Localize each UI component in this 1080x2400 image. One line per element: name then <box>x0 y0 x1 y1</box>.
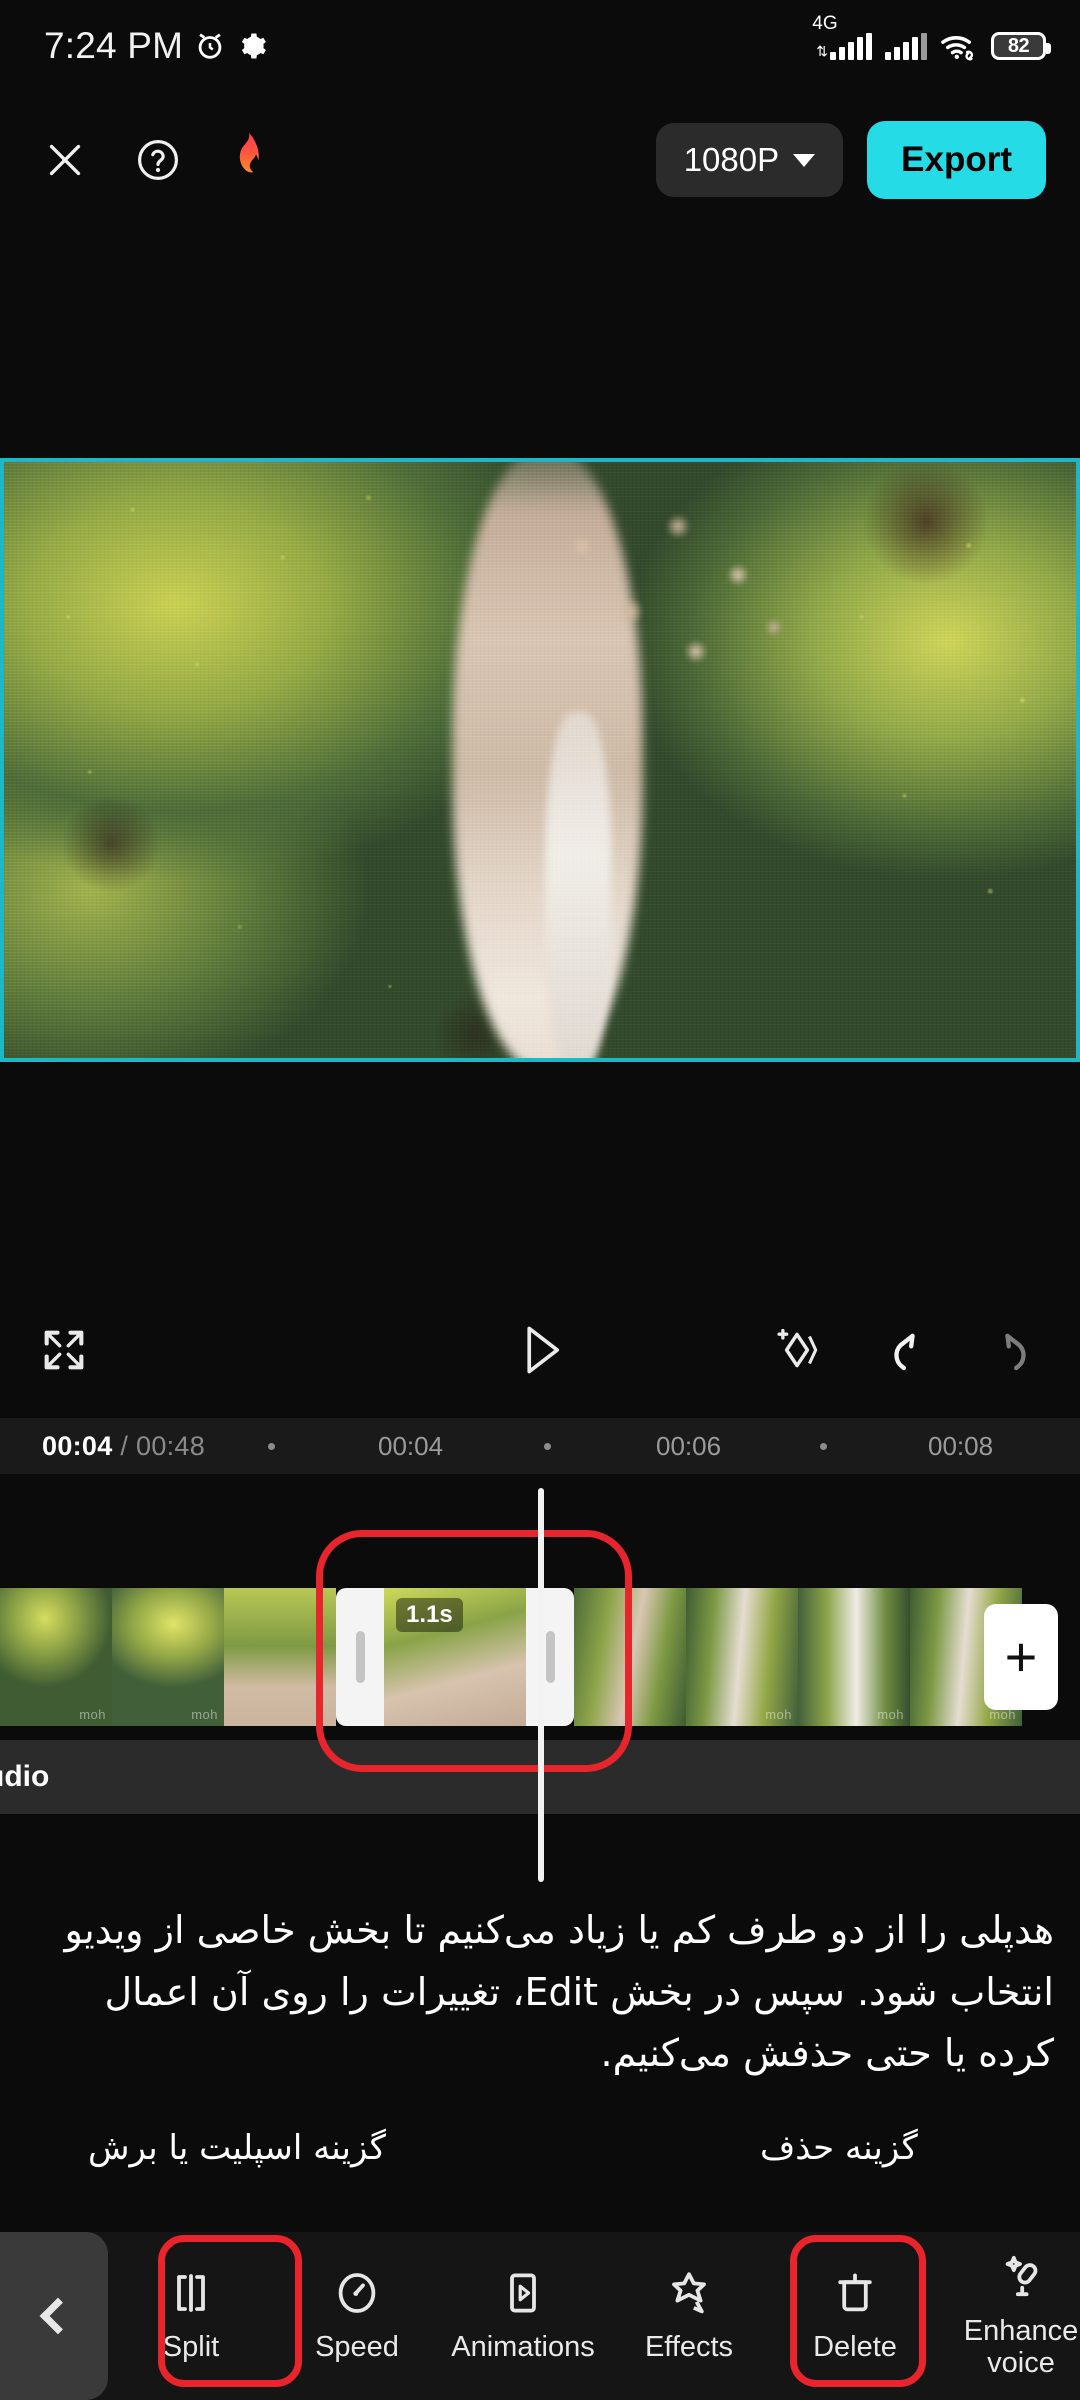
ruler-dot <box>268 1442 275 1450</box>
timeline-ruler[interactable]: 00:04 / 00:48 00:04 00:06 00:08 <box>0 1418 1080 1474</box>
preview-grain-overlay <box>4 462 1076 1058</box>
export-button[interactable]: Export <box>867 121 1046 199</box>
ruler-tick-label: 00:06 <box>656 1430 722 1461</box>
video-frame-image <box>4 462 1076 1058</box>
tool-effects[interactable]: Effects <box>606 2232 772 2400</box>
ruler-dot <box>544 1442 551 1450</box>
back-button[interactable] <box>0 2232 108 2400</box>
wifi-icon <box>940 31 978 61</box>
clip-thumbnail[interactable]: moh <box>0 1588 112 1726</box>
enhance-voice-icon <box>997 2253 1045 2301</box>
highlight-split-button <box>158 2235 302 2387</box>
cellular-signal-primary-icon: 4G ⇅ <box>812 13 872 60</box>
instruction-text: هدپلی را از دو طرف کم یا زیاد می‌کنیم تا… <box>64 1908 1054 2076</box>
add-keyframe-icon[interactable] <box>770 1323 824 1377</box>
tool-animations[interactable]: Animations <box>440 2232 606 2400</box>
data-arrows-icon: ⇅ <box>816 42 828 59</box>
close-icon[interactable] <box>42 137 88 183</box>
redo-icon <box>988 1324 1040 1376</box>
help-circle-icon[interactable] <box>134 136 182 184</box>
resolution-selector[interactable]: 1080P <box>655 123 844 197</box>
animations-icon <box>499 2269 547 2317</box>
chevron-down-icon <box>793 153 816 167</box>
clip-thumbnail[interactable]: moh <box>798 1588 910 1726</box>
play-icon[interactable] <box>514 1322 566 1378</box>
highlight-delete-button <box>790 2235 926 2387</box>
clip-thumbnail[interactable]: moh <box>686 1588 798 1726</box>
top-toolbar: 1080P Export <box>0 100 1080 220</box>
video-editor-screen: 7:24 PM 4G ⇅ 82 1080P Export 00:04 / 00:… <box>0 0 1080 2400</box>
audio-track-label: udio <box>0 1760 50 1793</box>
status-bar-left: 7:24 PM <box>44 25 267 67</box>
speed-icon <box>333 2269 381 2317</box>
resolution-label: 1080P <box>683 141 780 178</box>
status-bar: 7:24 PM 4G ⇅ 82 <box>0 0 1080 92</box>
fullscreen-icon[interactable] <box>38 1324 90 1376</box>
top-toolbar-left <box>42 131 270 189</box>
tool-label: Speed <box>315 2330 399 2363</box>
plus-icon: + <box>1004 1625 1038 1689</box>
video-preview[interactable] <box>0 458 1080 1062</box>
ruler-dot <box>820 1442 827 1450</box>
chevron-left-icon <box>39 2297 77 2335</box>
flame-icon[interactable] <box>228 131 270 189</box>
clip-thumbnail[interactable]: moh <box>112 1588 224 1726</box>
tool-label: Effects <box>644 2330 734 2363</box>
effects-icon <box>665 2269 713 2317</box>
current-time-label: 00:04 <box>42 1430 113 1461</box>
alarm-icon <box>193 29 227 63</box>
timeline-time-readout: 00:04 / 00:48 <box>42 1431 205 1462</box>
split-caption: گزینه اسپلیت یا برش <box>88 2128 386 2168</box>
gear-icon <box>237 31 267 61</box>
battery-level-label: 82 <box>1007 34 1030 57</box>
ruler-tick-label: 00:04 <box>378 1430 444 1461</box>
status-bar-clock: 7:24 PM <box>44 25 184 66</box>
tool-label: Animations <box>451 2330 595 2363</box>
delete-caption: گزینه حذف <box>760 2128 918 2168</box>
add-clip-button[interactable]: + <box>984 1604 1058 1710</box>
tool-enhance-voice[interactable]: Enhance voice <box>938 2232 1080 2400</box>
undo-icon[interactable] <box>880 1324 932 1376</box>
battery-indicator: 82 <box>991 32 1051 60</box>
ruler-tick-label: 00:08 <box>928 1430 994 1461</box>
playback-right-group <box>770 1323 1040 1377</box>
playback-controls <box>0 1290 1080 1410</box>
tool-label: Enhance voice <box>963 2314 1079 2379</box>
timeline-playhead[interactable] <box>538 1488 544 1882</box>
time-separator: / <box>120 1430 129 1461</box>
export-label: Export <box>901 140 1012 179</box>
network-type-label: 4G <box>812 12 838 34</box>
status-bar-right: 4G ⇅ 82 <box>812 13 1051 61</box>
cellular-signal-secondary-icon <box>885 32 927 60</box>
highlight-selected-clip <box>316 1530 632 1772</box>
top-toolbar-right: 1080P Export <box>655 121 1046 199</box>
total-time-label: 00:48 <box>136 1430 206 1461</box>
